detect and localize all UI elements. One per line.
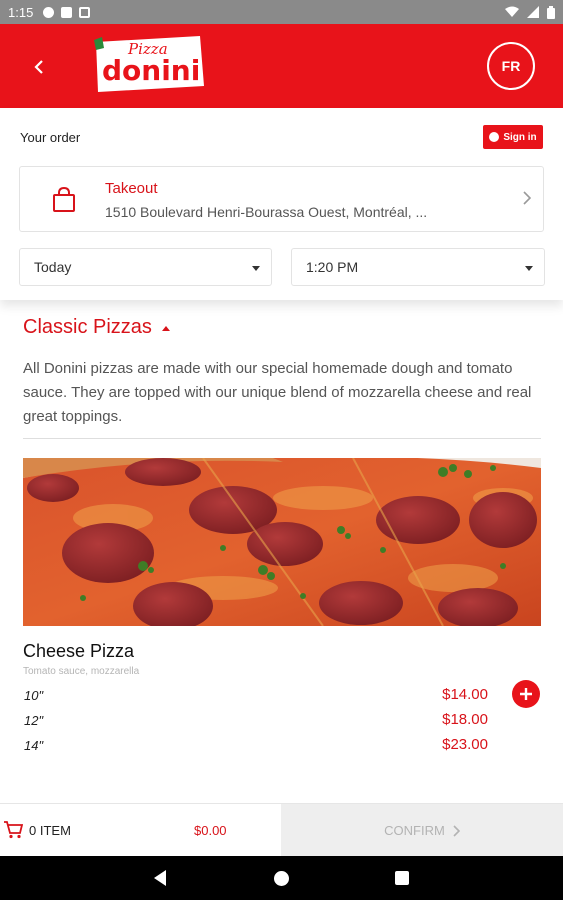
add-to-cart-button[interactable] (512, 680, 540, 708)
sd-card-icon (61, 6, 73, 18)
message-icon (43, 6, 55, 18)
plus-icon (520, 688, 532, 700)
size-label: 10" (24, 688, 44, 703)
item-name[interactable]: Cheese Pizza (23, 641, 134, 662)
cart-bar: 0 ITEM $0.00 CONFIRM (0, 803, 563, 857)
chevron-left-icon (34, 60, 43, 74)
divider (23, 438, 541, 439)
order-panel: Your order Sign in Takeout 1510 Boulevar… (0, 108, 563, 300)
sign-in-label: Sign in (503, 131, 537, 143)
wifi-icon (505, 6, 519, 17)
cart-icon (4, 821, 23, 839)
cart-total: $0.00 (194, 823, 227, 838)
language-toggle-button[interactable]: FR (487, 42, 535, 90)
shopping-bag-icon (53, 187, 75, 212)
notification-icons (43, 6, 91, 18)
size-price[interactable]: $18.00 (420, 711, 488, 728)
data-saver-icon (79, 6, 91, 18)
category-description: All Donini pizzas are made with our spec… (23, 360, 532, 425)
logo-brand-text: donini (102, 54, 200, 87)
status-time: 1:15 (8, 4, 34, 20)
size-label: 12" (24, 713, 44, 728)
system-nav-bar (0, 856, 563, 900)
signal-icon (527, 6, 539, 18)
size-label: 14" (24, 738, 44, 753)
confirm-button[interactable]: CONFIRM (281, 804, 563, 857)
nav-recents-icon[interactable] (395, 871, 409, 885)
chevron-right-icon (453, 824, 460, 837)
battery-icon (547, 5, 555, 19)
user-icon (489, 132, 500, 142)
app-header: Pizza donini FR (0, 24, 563, 108)
order-title: Your order (20, 130, 81, 145)
day-select[interactable]: Today (19, 248, 272, 286)
category-header[interactable]: Classic Pizzas (23, 316, 170, 339)
dropdown-caret-icon (252, 266, 260, 271)
time-select[interactable]: 1:20 PM (291, 248, 545, 286)
nav-home-icon[interactable] (274, 871, 289, 886)
item-ingredients: Tomato sauce, mozzarella (23, 666, 140, 677)
cart-item-count: 0 ITEM (29, 823, 71, 838)
collapse-caret-icon (161, 326, 170, 331)
order-mode-card[interactable]: Takeout 1510 Boulevard Henri-Bourassa Ou… (19, 166, 544, 232)
sign-in-button[interactable]: Sign in (483, 125, 543, 149)
size-price[interactable]: $23.00 (420, 736, 488, 753)
confirm-label: CONFIRM (384, 823, 445, 838)
store-address: 1510 Boulevard Henri-Bourassa Ouest, Mon… (105, 204, 428, 220)
nav-back-icon[interactable] (154, 870, 166, 886)
category-title: Classic Pizzas (23, 316, 152, 338)
time-select-value: 1:20 PM (306, 259, 359, 275)
chevron-right-icon (523, 191, 531, 205)
status-bar: 1:15 (0, 0, 563, 24)
pizza-photo (23, 458, 541, 626)
back-button[interactable] (24, 52, 54, 82)
size-price[interactable]: $14.00 (420, 686, 488, 703)
order-mode-label: Takeout (105, 180, 158, 197)
day-select-value: Today (34, 259, 72, 275)
dropdown-caret-icon (525, 266, 533, 271)
donini-logo: Pizza donini (88, 32, 208, 96)
